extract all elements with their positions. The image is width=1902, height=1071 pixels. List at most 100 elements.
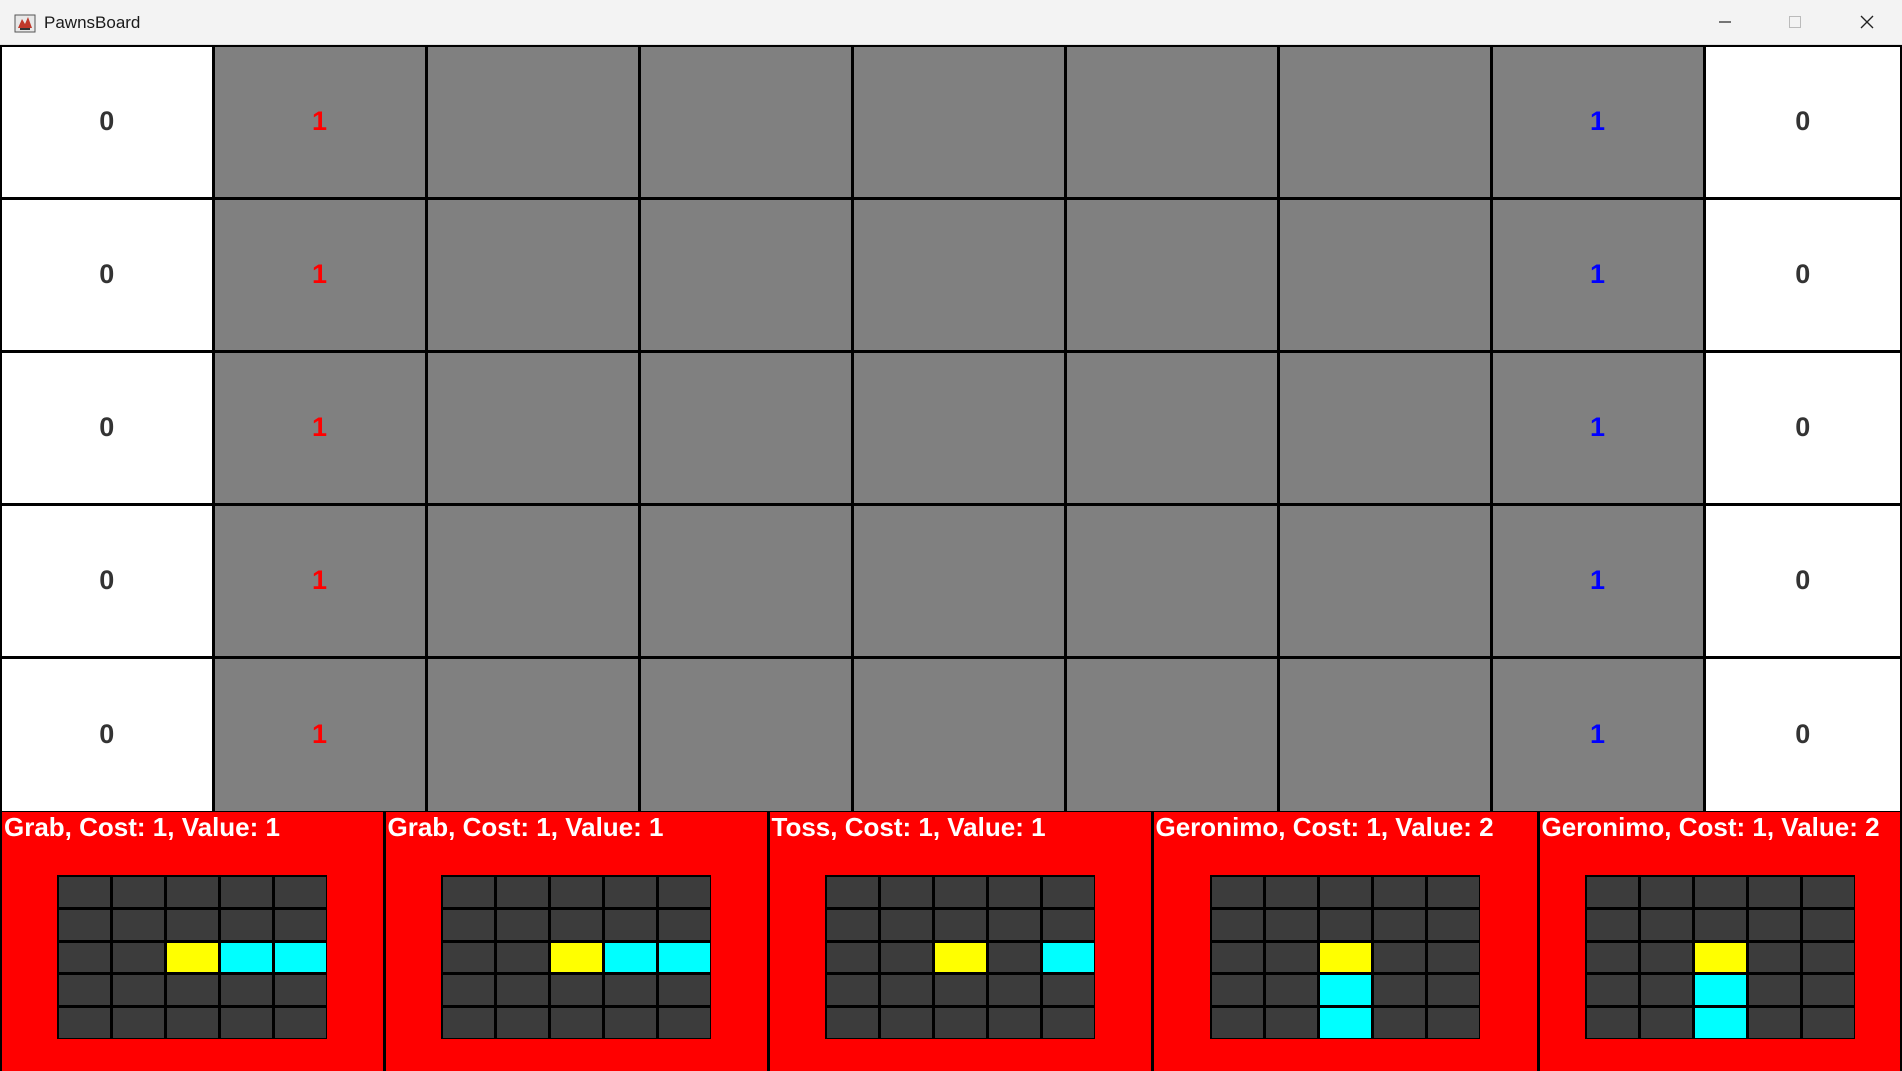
influence-cell <box>827 975 878 1006</box>
influence-cell <box>221 909 273 940</box>
influence-cell <box>605 1008 656 1038</box>
card-title: Grab, Cost: 1, Value: 1 <box>387 812 664 842</box>
board-cell[interactable] <box>853 505 1064 656</box>
maximize-icon <box>1789 16 1801 28</box>
influence-cell <box>59 1008 111 1038</box>
influence-cell <box>881 975 932 1006</box>
window-titlebar: PawnsBoard <box>0 0 1902 45</box>
board-cell[interactable]: 1 <box>1492 352 1703 503</box>
influence-cell <box>1748 942 1800 973</box>
influence-cell <box>167 975 219 1006</box>
board-cell[interactable] <box>853 352 1064 503</box>
influence-cell <box>989 942 1040 973</box>
influence-cell <box>881 909 932 940</box>
board-cell[interactable]: 1 <box>1492 505 1703 656</box>
hand-card[interactable]: Geronimo, Cost: 1, Value: 2 <box>1539 812 1900 1071</box>
influence-cell <box>935 909 986 940</box>
influence-cell <box>59 975 111 1006</box>
influence-cell <box>551 909 602 940</box>
influence-cell <box>113 975 165 1006</box>
board-cell[interactable] <box>640 658 851 811</box>
board-cell[interactable] <box>1066 505 1277 656</box>
board-cell[interactable]: 1 <box>214 199 425 350</box>
influence-cell <box>827 1008 878 1038</box>
board-cell[interactable]: 1 <box>1492 199 1703 350</box>
influence-cell <box>1586 909 1638 940</box>
board-cell[interactable] <box>427 199 638 350</box>
board-cell[interactable]: 1 <box>1492 47 1703 197</box>
board-cell[interactable]: 1 <box>214 352 425 503</box>
influence-cell <box>1694 877 1746 907</box>
board-cell[interactable]: 1 <box>1492 658 1703 811</box>
influence-cell <box>1586 1008 1638 1038</box>
board-cell[interactable] <box>1279 47 1490 197</box>
influence-grid <box>57 875 328 1039</box>
influence-cell <box>605 975 656 1006</box>
influence-cell <box>1640 877 1692 907</box>
board-cell[interactable] <box>640 47 851 197</box>
influence-target-cell <box>1043 942 1094 973</box>
board-cell[interactable]: 1 <box>214 47 425 197</box>
left-row-score: 0 <box>2 658 212 811</box>
board-cell[interactable] <box>640 505 851 656</box>
hand-card[interactable]: Grab, Cost: 1, Value: 1 <box>385 812 767 1071</box>
board-cell[interactable]: 1 <box>214 658 425 811</box>
influence-cell <box>113 942 165 973</box>
influence-cell <box>1802 942 1854 973</box>
influence-cell <box>443 909 494 940</box>
influence-cell <box>1266 909 1317 940</box>
right-row-score: 0 <box>1705 47 1900 197</box>
influence-cell <box>989 909 1040 940</box>
influence-cell <box>113 877 165 907</box>
influence-cell <box>881 1008 932 1038</box>
board-cell[interactable] <box>640 352 851 503</box>
influence-cell <box>1586 877 1638 907</box>
influence-cell <box>1748 909 1800 940</box>
minimize-button[interactable] <box>1690 0 1760 45</box>
window-title: PawnsBoard <box>44 13 141 32</box>
influence-cell <box>1374 1008 1425 1038</box>
board-cell[interactable] <box>853 199 1064 350</box>
card-title: Grab, Cost: 1, Value: 1 <box>4 812 280 842</box>
influence-cell <box>1043 877 1094 907</box>
influence-cell <box>1802 909 1854 940</box>
board-cell[interactable] <box>1279 352 1490 503</box>
hand-card[interactable]: Toss, Cost: 1, Value: 1 <box>769 812 1151 1071</box>
card-pawn-cell <box>1694 942 1746 973</box>
influence-cell <box>1212 1008 1263 1038</box>
board-cell[interactable] <box>1279 199 1490 350</box>
close-button[interactable] <box>1832 0 1902 45</box>
maximize-button[interactable] <box>1760 0 1830 45</box>
board-cell[interactable] <box>1066 199 1277 350</box>
influence-cell <box>1320 909 1371 940</box>
board-cell[interactable] <box>427 352 638 503</box>
board-cell[interactable] <box>853 658 1064 811</box>
hand-card[interactable]: Geronimo, Cost: 1, Value: 2 <box>1153 812 1537 1071</box>
board-cell[interactable] <box>427 658 638 811</box>
influence-cell <box>827 909 878 940</box>
board-cell[interactable] <box>1066 47 1277 197</box>
card-title: Geronimo, Cost: 1, Value: 2 <box>1541 812 1880 842</box>
influence-cell <box>497 909 548 940</box>
board-cell[interactable] <box>640 199 851 350</box>
board-cell[interactable] <box>1279 505 1490 656</box>
influence-grid <box>1584 875 1855 1039</box>
influence-cell <box>1428 942 1479 973</box>
board-cell[interactable] <box>853 47 1064 197</box>
board-cell[interactable] <box>1279 658 1490 811</box>
board-cell[interactable]: 1 <box>214 505 425 656</box>
board-cell[interactable] <box>427 47 638 197</box>
board-cell[interactable] <box>427 505 638 656</box>
influence-cell <box>1043 909 1094 940</box>
influence-cell <box>275 1008 327 1038</box>
influence-cell <box>881 942 932 973</box>
influence-target-cell <box>1320 1008 1371 1038</box>
card-title: Toss, Cost: 1, Value: 1 <box>771 812 1046 842</box>
influence-cell <box>1266 942 1317 973</box>
influence-cell <box>1374 942 1425 973</box>
hand-card[interactable]: Grab, Cost: 1, Value: 1 <box>2 812 383 1071</box>
board-cell[interactable] <box>1066 658 1277 811</box>
influence-cell <box>605 909 656 940</box>
board-cell[interactable] <box>1066 352 1277 503</box>
influence-cell <box>1374 975 1425 1006</box>
